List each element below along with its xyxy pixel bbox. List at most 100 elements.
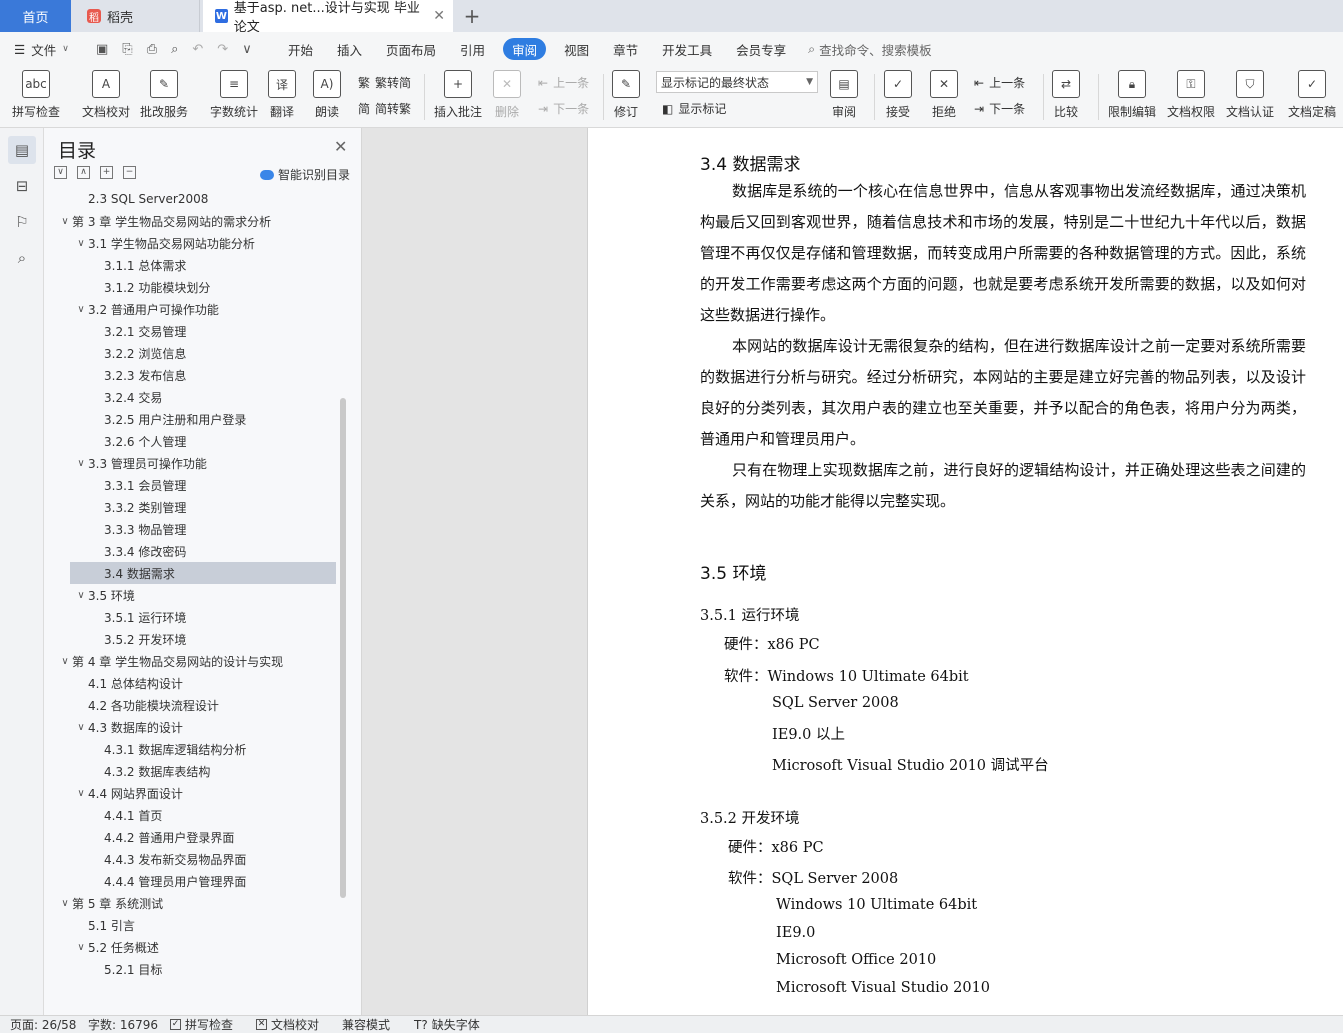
toc-item[interactable]: 3.5.2 开发环境 xyxy=(44,628,336,650)
menu-layout[interactable]: 页面布局 xyxy=(374,38,448,60)
next-change-button[interactable]: ⇥ 下一条 xyxy=(974,100,1025,117)
prev-comment-button[interactable]: ⇤ 上一条 xyxy=(538,74,589,91)
menu-chapter[interactable]: 章节 xyxy=(601,38,650,60)
toc-item[interactable]: ∨ 第 5 章 系统测试 xyxy=(44,892,336,914)
toc-item[interactable]: 3.4 数据需求 xyxy=(70,562,336,584)
remove-heading-icon[interactable]: − xyxy=(123,166,136,179)
chevron-down-icon[interactable]: ∨ xyxy=(74,942,88,953)
toc-item[interactable]: 4.4.2 普通用户登录界面 xyxy=(44,826,336,848)
chevron-down-icon[interactable]: ∨ xyxy=(74,590,88,601)
show-markup-button[interactable]: ◧ 显示标记 xyxy=(662,100,726,117)
menu-start[interactable]: 开始 xyxy=(276,38,325,60)
chevron-down-icon[interactable]: ∨ xyxy=(58,898,72,909)
preview-icon[interactable]: ⌕ xyxy=(171,42,178,57)
close-icon[interactable]: ✕ xyxy=(334,137,347,156)
toc-item[interactable]: ∨ 第 3 章 学生物品交易网站的需求分析 xyxy=(44,210,336,232)
toc-item[interactable]: 4.4.3 发布新交易物品界面 xyxy=(44,848,336,870)
toc-item[interactable]: 4.2 各功能模块流程设计 xyxy=(44,694,336,716)
add-heading-icon[interactable]: + xyxy=(100,166,113,179)
toc-item[interactable]: 3.2.3 发布信息 xyxy=(44,364,336,386)
status-proofread[interactable]: ✕ 文档校对 xyxy=(256,1016,342,1033)
toc-item[interactable]: 5.1 引言 xyxy=(44,914,336,936)
delete-comment-button[interactable]: ✕ 删除 xyxy=(493,70,521,120)
chevron-down-icon[interactable]: ∨ xyxy=(74,722,88,733)
undo-icon[interactable]: ↶ xyxy=(192,42,203,57)
chevron-down-icon[interactable]: ∨ xyxy=(74,238,88,249)
close-icon[interactable]: ✕ xyxy=(433,8,445,24)
smart-toc-button[interactable]: 智能识别目录 xyxy=(260,166,350,183)
menu-member[interactable]: 会员专享 xyxy=(724,38,798,60)
chevron-down-icon[interactable]: ∨ xyxy=(74,458,88,469)
tab-daoke[interactable]: 稻 稻壳 xyxy=(75,0,200,32)
add-tab-icon[interactable]: + xyxy=(460,0,484,32)
collapse-all-icon[interactable]: ∧ xyxy=(77,166,90,179)
toc-item[interactable]: ∨ 4.4 网站界面设计 xyxy=(44,782,336,804)
toc-item[interactable]: 4.1 总体结构设计 xyxy=(44,672,336,694)
toc-item[interactable]: ∨ 第 4 章 学生物品交易网站的设计与实现 xyxy=(44,650,336,672)
search-icon[interactable]: ⌕ xyxy=(8,244,36,272)
accept-button[interactable]: ✓ 接受 xyxy=(884,70,912,120)
status-spell-check[interactable]: ✓ 拼写检查 xyxy=(170,1016,256,1033)
menu-review[interactable]: 审阅 xyxy=(503,38,547,60)
toc-item[interactable]: 2.3 SQL Server2008 xyxy=(44,188,336,210)
toc-item[interactable]: 3.5.1 运行环境 xyxy=(44,606,336,628)
insert-comment-button[interactable]: + 插入批注 xyxy=(434,70,482,120)
toc-item[interactable]: ∨ 3.5 环境 xyxy=(44,584,336,606)
tab-home[interactable]: 首页 xyxy=(0,0,71,32)
toc-item[interactable]: 3.2.1 交易管理 xyxy=(44,320,336,342)
toc-item[interactable]: 3.3.3 物品管理 xyxy=(44,518,336,540)
save-icon[interactable]: ▣ xyxy=(96,42,108,57)
toc-view-icon[interactable]: ▤ xyxy=(8,136,36,164)
toc-item[interactable]: ∨ 3.3 管理员可操作功能 xyxy=(44,452,336,474)
chevron-down-icon[interactable]: ∨ xyxy=(74,304,88,315)
batch-service-button[interactable]: ✎ 批改服务 xyxy=(140,70,188,120)
menu-developer[interactable]: 开发工具 xyxy=(650,38,724,60)
page-indicator[interactable]: 页面: 26/58 xyxy=(10,1016,88,1033)
compare-button[interactable]: ⇄ 比较 xyxy=(1052,70,1080,120)
toc-item[interactable]: 3.3.1 会员管理 xyxy=(44,474,336,496)
toc-item[interactable]: 4.3.1 数据库逻辑结构分析 xyxy=(44,738,336,760)
toc-item[interactable]: ∨ 3.1 学生物品交易网站功能分析 xyxy=(44,232,336,254)
document-page[interactable]: 3.4 数据需求 数据库是系统的一个核心在信息世界中，信息从客观事物出发流经数据… xyxy=(587,128,1343,1015)
command-search[interactable]: ⌕ 查找命令、搜索模板 xyxy=(808,40,932,59)
toc-item[interactable]: 3.2.5 用户注册和用户登录 xyxy=(44,408,336,430)
toc-item[interactable]: 3.3.4 修改密码 xyxy=(44,540,336,562)
missing-font[interactable]: T? 缺失字体 xyxy=(414,1016,480,1033)
more-icon[interactable]: ∨ xyxy=(242,42,252,57)
expand-all-icon[interactable]: ∨ xyxy=(54,166,67,179)
markup-display-select[interactable]: 显示标记的最终状态 ▼ xyxy=(656,71,818,93)
chevron-down-icon[interactable]: ∨ xyxy=(58,656,72,667)
menu-references[interactable]: 引用 xyxy=(448,38,497,60)
next-comment-button[interactable]: ⇥ 下一条 xyxy=(538,100,589,117)
trad-to-simp-button[interactable]: 繁繁转简 xyxy=(358,74,411,91)
proofread-button[interactable]: A 文档校对 xyxy=(82,70,130,120)
toc-item[interactable]: ∨ 4.3 数据库的设计 xyxy=(44,716,336,738)
export-icon[interactable]: ⎘ xyxy=(122,42,132,57)
prev-change-button[interactable]: ⇤ 上一条 xyxy=(974,74,1025,91)
doc-certify-button[interactable]: ⛉ 文档认证 xyxy=(1226,70,1274,120)
spell-check-button[interactable]: abc 拼写检查 xyxy=(12,70,60,120)
chevron-down-icon[interactable]: ∨ xyxy=(74,788,88,799)
tab-document[interactable]: W 基于asp. net...设计与实现 毕业论文 ✕ xyxy=(203,0,453,35)
toc-item[interactable]: 4.4.4 管理员用户管理界面 xyxy=(44,870,336,892)
reject-button[interactable]: ✕ 拒绝 xyxy=(930,70,958,120)
simp-to-trad-button[interactable]: 简简转繁 xyxy=(358,100,411,117)
word-count[interactable]: 字数: 16796 xyxy=(88,1016,170,1033)
word-count-button[interactable]: ≡ 字数统计 xyxy=(210,70,258,120)
toc-item[interactable]: 4.3.2 数据库表结构 xyxy=(44,760,336,782)
toc-item[interactable]: ∨ 3.2 普通用户可操作功能 xyxy=(44,298,336,320)
toc-item[interactable]: 3.2.2 浏览信息 xyxy=(44,342,336,364)
toc-item[interactable]: 3.2.4 交易 xyxy=(44,386,336,408)
toc-item[interactable]: 4.4.1 首页 xyxy=(44,804,336,826)
menu-view[interactable]: 视图 xyxy=(552,38,601,60)
toc-item[interactable]: 3.2.6 个人管理 xyxy=(44,430,336,452)
toc-scrollbar[interactable] xyxy=(340,398,346,898)
doc-finalize-button[interactable]: ✓ 文档定稿 xyxy=(1288,70,1336,120)
redo-icon[interactable]: ↷ xyxy=(217,42,228,57)
bookmark-icon[interactable]: ⚐ xyxy=(8,208,36,236)
doc-permission-button[interactable]: ⚿ 文档权限 xyxy=(1167,70,1215,120)
file-menu[interactable]: ☰ 文件 ∨ xyxy=(0,40,88,59)
toc-item[interactable]: 3.3.2 类别管理 xyxy=(44,496,336,518)
chevron-down-icon[interactable]: ∨ xyxy=(58,216,72,227)
toc-item[interactable]: 3.1.1 总体需求 xyxy=(44,254,336,276)
